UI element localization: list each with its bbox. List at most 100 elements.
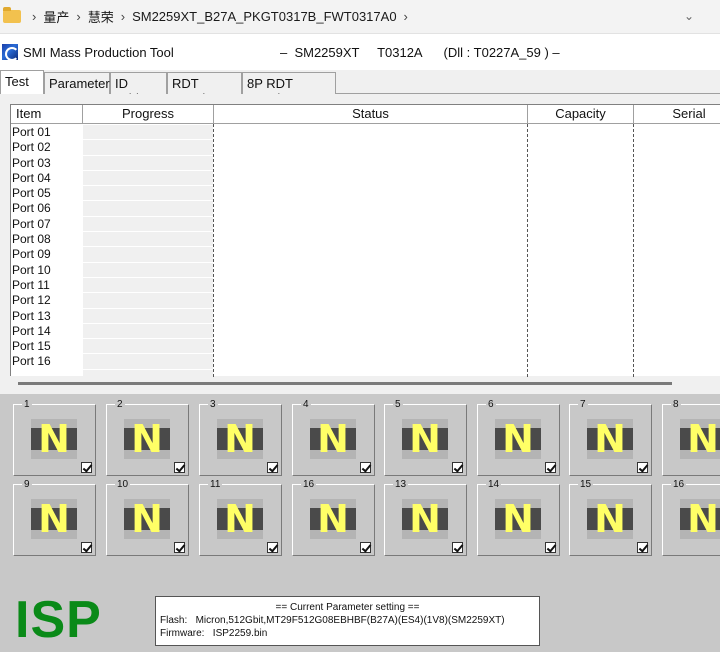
slot-checkbox[interactable] xyxy=(81,542,92,553)
progress-column xyxy=(83,125,213,376)
firmware-label: Firmware: xyxy=(160,628,205,639)
port-label[interactable]: Port 06 xyxy=(12,201,82,216)
tab-8p-rdt-result[interactable]: 8P RDT Result xyxy=(242,72,336,106)
port-label[interactable]: Port 07 xyxy=(12,217,82,232)
breadcrumb-item[interactable]: SM2259XT_B27A_PKGT0317B_FWT0317A0 xyxy=(132,9,396,24)
status-glyph: N xyxy=(687,419,719,459)
port-table[interactable]: Item Progress Status Capacity Serial Por… xyxy=(10,104,720,377)
slot-box[interactable]: 6 N xyxy=(477,399,560,476)
status-n-icon: N xyxy=(124,499,170,539)
horizontal-scrollbar[interactable] xyxy=(18,382,672,385)
port-label[interactable]: Port 01 xyxy=(12,125,82,140)
slot-checkbox[interactable] xyxy=(637,542,648,553)
slot-box[interactable]: 3 N xyxy=(199,399,282,476)
breadcrumb-item[interactable]: 量产 xyxy=(43,7,69,26)
firmware-row: Firmware: ISP2259.bin xyxy=(160,627,535,640)
progress-bar xyxy=(83,339,213,355)
flash-value: Micron,512Gbit,MT29F512G08EBHBF(B27A)(ES… xyxy=(195,615,505,626)
port-label[interactable]: Port 14 xyxy=(12,324,82,339)
port-label[interactable]: Port 11 xyxy=(12,278,82,293)
status-n-icon: N xyxy=(31,419,77,459)
chevron-right-icon: › xyxy=(76,9,81,24)
column-divider xyxy=(213,124,214,377)
status-n-icon: N xyxy=(402,499,448,539)
progress-bar xyxy=(83,293,213,309)
slot-checkbox[interactable] xyxy=(452,542,463,553)
slot-box[interactable]: 2 N xyxy=(106,399,189,476)
port-label[interactable]: Port 10 xyxy=(12,263,82,278)
column-header-item[interactable]: Item xyxy=(11,105,83,124)
slot-checkbox[interactable] xyxy=(637,462,648,473)
tab-parameter[interactable]: Parameter xyxy=(44,72,110,94)
port-label[interactable]: Port 15 xyxy=(12,339,82,354)
column-header-progress[interactable]: Progress xyxy=(83,105,214,124)
slot-box[interactable]: 5 N xyxy=(384,399,467,476)
progress-bar xyxy=(83,140,213,156)
app-title: SMI Mass Production Tool xyxy=(23,44,174,60)
progress-bar xyxy=(83,171,213,187)
breadcrumb-item[interactable]: 慧荣 xyxy=(88,7,114,26)
port-list: Port 01 Port 02 Port 03 Port 04 Port 05 … xyxy=(12,125,82,370)
slot-box[interactable]: 10 N xyxy=(106,479,189,556)
port-label[interactable]: Port 02 xyxy=(12,140,82,155)
slot-number: 10 xyxy=(115,479,131,490)
port-label[interactable]: Port 16 xyxy=(12,354,82,369)
slot-checkbox[interactable] xyxy=(267,462,278,473)
port-label[interactable]: Port 04 xyxy=(12,171,82,186)
slot-number: 7 xyxy=(578,399,588,410)
tab-id-table[interactable]: ID Table xyxy=(110,72,167,106)
port-label[interactable]: Port 13 xyxy=(12,309,82,324)
slot-box[interactable]: 11 N xyxy=(199,479,282,556)
slot-box[interactable]: 4 N xyxy=(292,399,375,476)
port-label[interactable]: Port 12 xyxy=(12,293,82,308)
progress-bar xyxy=(83,278,213,294)
column-header-capacity[interactable]: Capacity xyxy=(528,105,634,124)
slot-number: 5 xyxy=(393,399,403,410)
slot-box[interactable]: 7 N xyxy=(569,399,652,476)
slot-box[interactable]: 15 N xyxy=(569,479,652,556)
firmware-value: ISP2259.bin xyxy=(212,628,268,639)
chevron-down-icon[interactable]: ⌄ xyxy=(684,9,694,23)
slot-box[interactable]: 16 N xyxy=(292,479,375,556)
flash-row: Flash: Micron,512Gbit,MT29F512G08EBHBF(B… xyxy=(160,614,535,627)
column-header-serial[interactable]: Serial xyxy=(634,105,720,124)
status-glyph: N xyxy=(131,417,163,461)
status-n-icon: N xyxy=(124,419,170,459)
slot-checkbox[interactable] xyxy=(545,462,556,473)
status-glyph: N xyxy=(687,499,719,539)
slot-box[interactable]: 14 N xyxy=(477,479,560,556)
slot-box[interactable]: 1 N xyxy=(13,399,96,476)
status-n-icon: N xyxy=(31,499,77,539)
slot-checkbox[interactable] xyxy=(81,462,92,473)
progress-bar xyxy=(83,201,213,217)
slot-box[interactable]: 9 N xyxy=(13,479,96,556)
slot-box[interactable]: 8 N xyxy=(662,399,720,476)
slot-box[interactable]: 16 N xyxy=(662,479,720,556)
port-label[interactable]: Port 08 xyxy=(12,232,82,247)
tab-test[interactable]: Test xyxy=(0,70,44,95)
slot-checkbox[interactable] xyxy=(174,542,185,553)
flash-label: Flash: xyxy=(160,615,188,626)
slot-checkbox[interactable] xyxy=(267,542,278,553)
slot-number: 6 xyxy=(486,399,496,410)
progress-bar xyxy=(83,186,213,202)
tab-rdt-result[interactable]: RDT Result xyxy=(167,72,242,106)
test-panel: Item Progress Status Capacity Serial Por… xyxy=(0,94,720,394)
slot-number: 15 xyxy=(578,479,594,490)
slot-checkbox[interactable] xyxy=(545,542,556,553)
slot-checkbox[interactable] xyxy=(360,542,371,553)
slot-number: 11 xyxy=(208,479,223,490)
slot-checkbox[interactable] xyxy=(174,462,185,473)
progress-bar xyxy=(83,232,213,248)
column-header-status[interactable]: Status xyxy=(214,105,528,124)
address-bar[interactable]: › 量产 › 慧荣 › SM2259XT_B27A_PKGT0317B_FWT0… xyxy=(0,0,720,34)
port-label[interactable]: Port 09 xyxy=(12,247,82,262)
slot-checkbox[interactable] xyxy=(360,462,371,473)
status-glyph: N xyxy=(409,417,441,461)
slot-box[interactable]: 13 N xyxy=(384,479,467,556)
port-label[interactable]: Port 03 xyxy=(12,156,82,171)
status-n-icon: N xyxy=(587,499,633,539)
slot-checkbox[interactable] xyxy=(452,462,463,473)
status-glyph: N xyxy=(38,497,70,541)
port-label[interactable]: Port 05 xyxy=(12,186,82,201)
